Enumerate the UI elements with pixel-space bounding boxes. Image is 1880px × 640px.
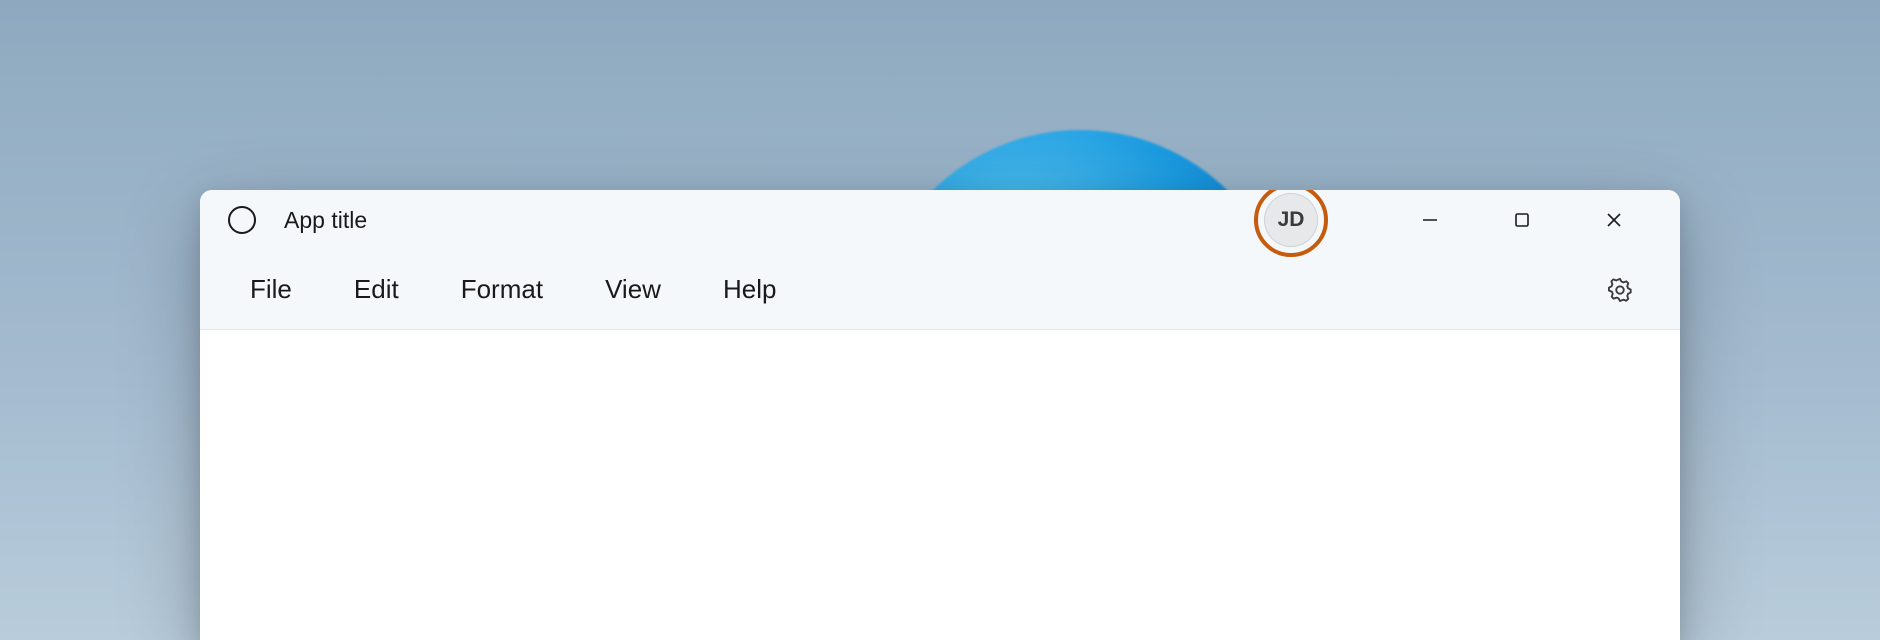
highlight-ring-icon: [1254, 190, 1328, 257]
app-icon: [228, 206, 256, 234]
close-button[interactable]: [1568, 196, 1660, 244]
menu-label: Format: [461, 274, 543, 304]
menu-file[interactable]: File: [228, 264, 314, 315]
titlebar[interactable]: App title JD: [200, 190, 1680, 250]
menu-label: Help: [723, 274, 776, 304]
menu-help[interactable]: Help: [701, 264, 798, 315]
app-window: App title JD: [200, 190, 1680, 640]
user-avatar-highlight: JD: [1254, 190, 1328, 257]
gear-icon: [1606, 276, 1634, 304]
window-controls: [1384, 196, 1660, 244]
maximize-icon: [1513, 211, 1531, 229]
close-icon: [1605, 211, 1623, 229]
menu-label: View: [605, 274, 661, 304]
minimize-icon: [1421, 211, 1439, 229]
menu-label: Edit: [354, 274, 399, 304]
menu-format[interactable]: Format: [439, 264, 565, 315]
menu-edit[interactable]: Edit: [332, 264, 421, 315]
app-title: App title: [284, 207, 367, 234]
menu-label: File: [250, 274, 292, 304]
menubar: File Edit Format View Help: [200, 250, 1680, 330]
minimize-button[interactable]: [1384, 196, 1476, 244]
menu-view[interactable]: View: [583, 264, 683, 315]
maximize-button[interactable]: [1476, 196, 1568, 244]
settings-button[interactable]: [1596, 266, 1644, 314]
content-area: [200, 330, 1680, 640]
